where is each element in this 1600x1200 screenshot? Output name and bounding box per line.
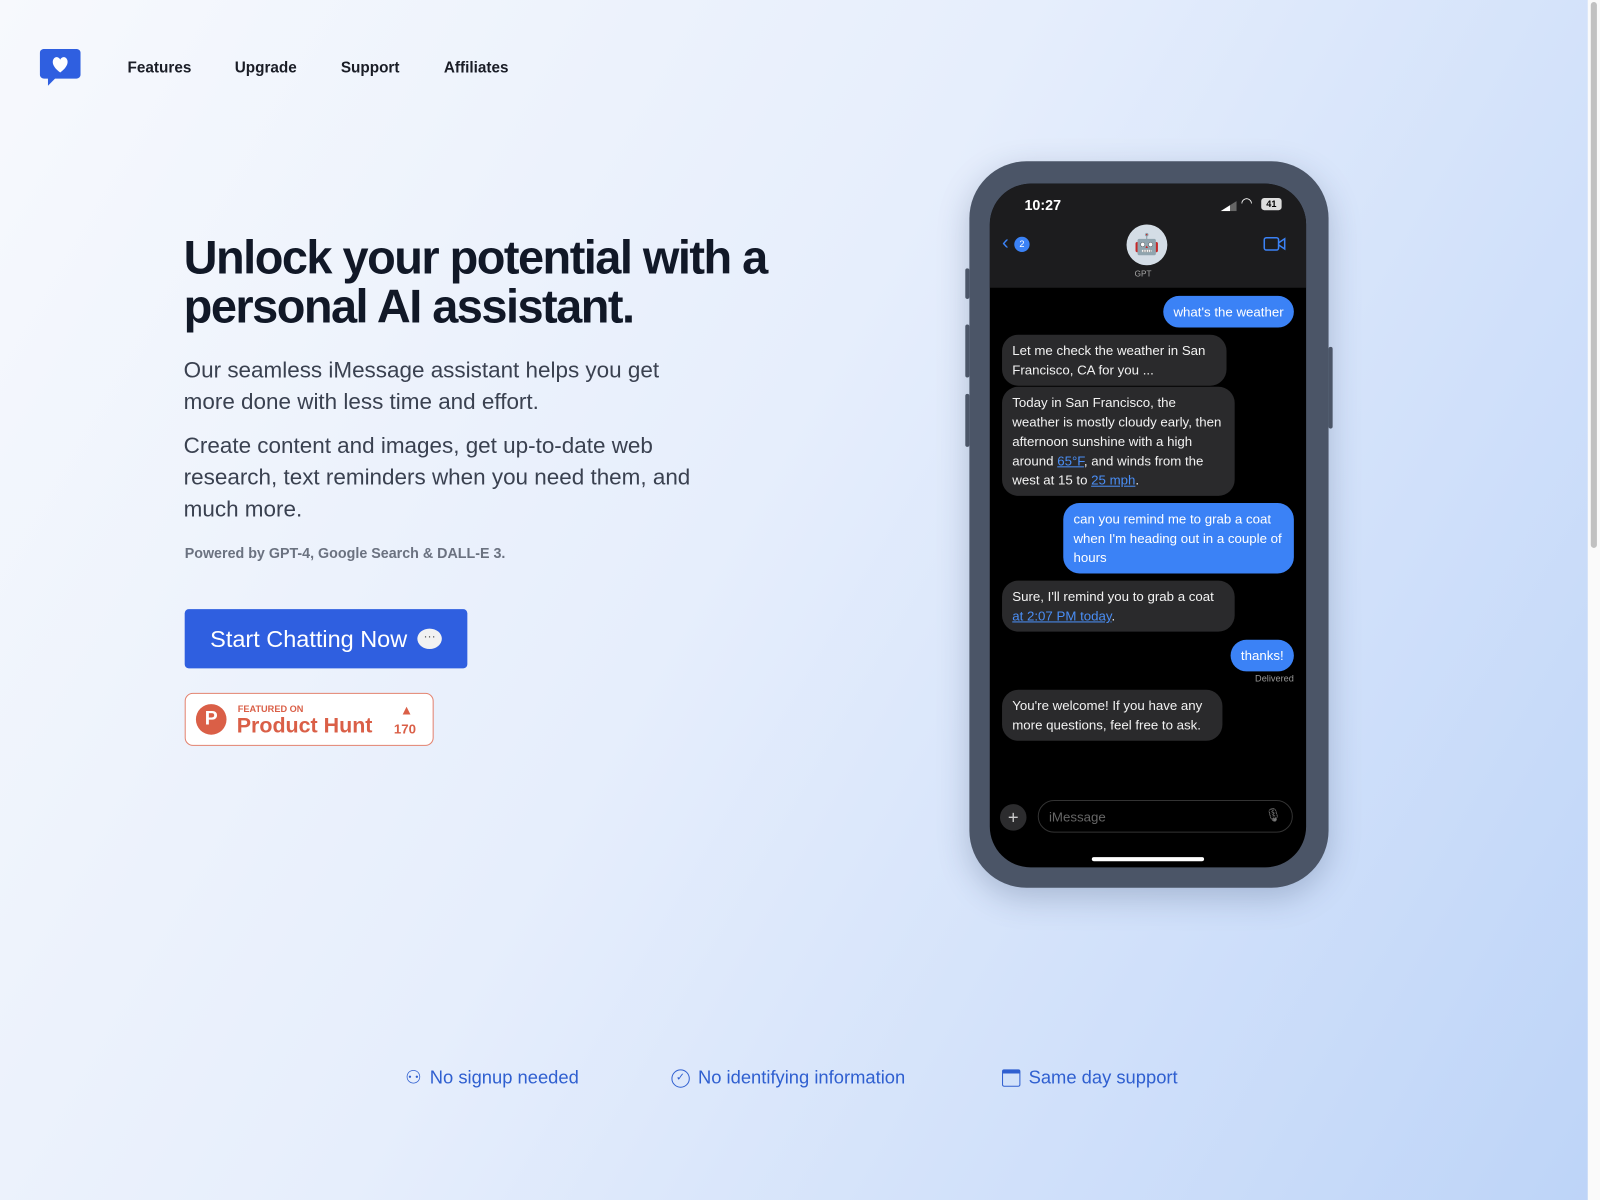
speech-bubble-icon: ··· (417, 628, 442, 649)
phone-mockup: 10:27 ◠ 41 ‹ 2 🤖 GPT what's the weather … (965, 161, 1333, 888)
nav-features[interactable]: Features (128, 59, 192, 76)
hero-features-text: Create content and images, get up-to-dat… (183, 432, 691, 522)
logo-chat-heart-icon[interactable] (39, 48, 81, 87)
calendar-icon (1002, 1069, 1021, 1087)
back-chevron-icon[interactable]: ‹ (1002, 232, 1009, 255)
robot-avatar[interactable]: 🤖 (1126, 224, 1168, 266)
nav-upgrade[interactable]: Upgrade (235, 59, 297, 76)
message-text: . (1111, 608, 1116, 624)
microphone-icon[interactable]: 🎙 (1265, 807, 1282, 823)
message-bubble-received: Let me check the weather in San Francisc… (1002, 334, 1227, 386)
message-bubble-sent: thanks! (1230, 639, 1294, 672)
feature-label: No identifying information (697, 1067, 906, 1088)
battery-indicator: 41 (1261, 197, 1282, 211)
phone-screen: 10:27 ◠ 41 ‹ 2 🤖 GPT what's the weather … (989, 183, 1307, 868)
page-title: Unlock your potential with a personal AI… (183, 230, 769, 333)
signal-icon (1220, 201, 1237, 212)
product-hunt-name: Product Hunt (236, 714, 373, 738)
upvote-count: 170 (393, 721, 417, 737)
message-bubble-received: Sure, I'll remind you to grab a coat at … (1002, 580, 1235, 632)
feature-no-signup: ⚇ No signup needed (405, 1067, 579, 1088)
message-bubble-sent: can you remind me to grab a coat when I'… (1063, 503, 1294, 574)
hero-description: Our seamless iMessage assistant helps yo… (183, 357, 660, 415)
message-bubble-received: You're welcome! If you have any more que… (1002, 689, 1223, 741)
message-bubble-received: Today in San Francisco, the weather is m… (1002, 386, 1235, 496)
imessage-input[interactable]: iMessage 🎙 (1037, 799, 1293, 833)
unread-count-badge: 2 (1014, 236, 1030, 253)
product-hunt-logo-icon: P (195, 704, 227, 735)
contact-name[interactable]: GPT (1135, 269, 1152, 278)
chat-header: 10:27 ◠ 41 ‹ 2 🤖 GPT (989, 183, 1307, 288)
message-text: . (1135, 472, 1140, 488)
wifi-icon: ◠ (1240, 194, 1253, 211)
powered-by: Powered by GPT-4, Google Search & DALL-E… (184, 544, 506, 562)
upvote-triangle-icon: ▲ (399, 702, 414, 718)
feature-no-identifying-info: ✓ No identifying information (671, 1067, 905, 1088)
add-attachment-button[interactable]: + (999, 804, 1027, 831)
scrollbar[interactable] (1587, 0, 1600, 1200)
status-time: 10:27 (1024, 196, 1062, 214)
feature-same-day-support: Same day support (1002, 1067, 1178, 1088)
featured-on-label: FEATURED ON (237, 704, 304, 715)
reminder-time-link[interactable]: at 2:07 PM today (1012, 608, 1111, 623)
video-call-icon[interactable] (1263, 236, 1286, 251)
delivered-status: Delivered (1255, 673, 1294, 684)
wind-speed-link[interactable]: 25 mph (1091, 472, 1135, 487)
home-indicator (1091, 857, 1205, 862)
start-chatting-button[interactable]: Start Chatting Now ··· (184, 609, 468, 669)
temperature-link[interactable]: 65°F (1057, 453, 1084, 468)
input-placeholder: iMessage (1048, 809, 1106, 825)
cta-label: Start Chatting Now (210, 624, 408, 652)
message-text: Sure, I'll remind you to grab a coat (1012, 588, 1214, 605)
scrollbar-thumb[interactable] (1590, 2, 1597, 548)
nav-support[interactable]: Support (341, 59, 400, 76)
user-plus-icon: ⚇ (405, 1067, 422, 1088)
feature-label: Same day support (1028, 1067, 1178, 1088)
nav-affiliates[interactable]: Affiliates (444, 59, 509, 76)
message-bubble-sent: what's the weather (1163, 295, 1294, 328)
product-hunt-badge[interactable]: P FEATURED ON Product Hunt ▲ 170 (184, 692, 434, 746)
badge-check-icon: ✓ (671, 1068, 690, 1088)
feature-label: No signup needed (429, 1067, 579, 1088)
